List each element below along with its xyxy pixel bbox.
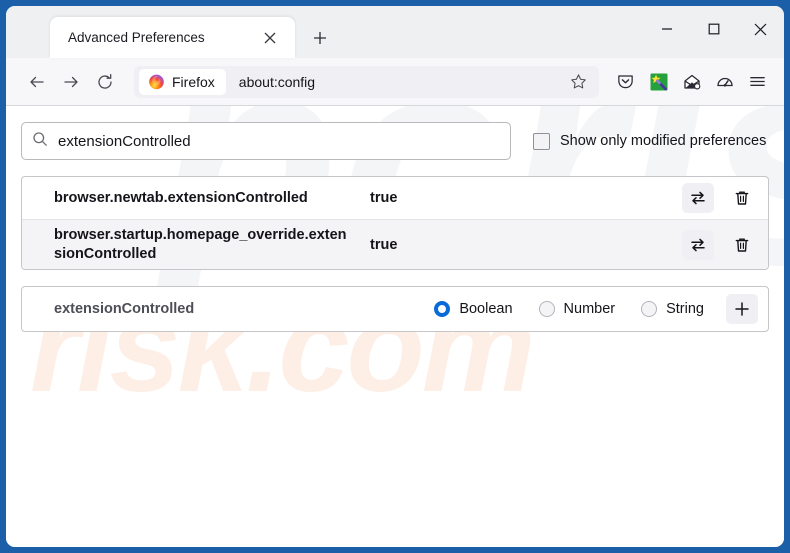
tab-advanced-preferences[interactable]: Advanced Preferences [50, 17, 295, 58]
firefox-brand-chip: Firefox [139, 68, 226, 95]
url-text: about:config [238, 73, 316, 90]
type-option-label: Number [563, 301, 616, 318]
reload-icon[interactable] [88, 66, 122, 98]
type-option-string[interactable]: String [641, 301, 704, 318]
forward-arrow-icon[interactable] [54, 66, 88, 98]
show-modified-toggle[interactable]: Show only modified preferences [533, 132, 767, 150]
preference-name: browser.startup.homepage_override.extens… [54, 227, 347, 262]
table-row[interactable]: browser.startup.homepage_override.extens… [22, 219, 768, 270]
add-preference-button[interactable] [726, 294, 758, 325]
browser-window: Advanced Preferences Firefox about:confi… [6, 6, 784, 547]
search-icon [32, 131, 48, 152]
hamburger-menu-icon[interactable] [741, 66, 774, 98]
tab-strip: Advanced Preferences [6, 6, 784, 58]
add-preference-row: extensionControlled Boolean Number Strin… [21, 286, 769, 333]
minimize-button[interactable] [643, 6, 690, 52]
search-row: Show only modified preferences [21, 122, 769, 160]
pocket-icon[interactable] [609, 66, 642, 98]
about-config-page: pcrisk risk.com Show only modified prefe… [6, 106, 784, 547]
window-controls [643, 6, 784, 52]
row-actions [682, 229, 758, 260]
type-option-boolean[interactable]: Boolean [434, 301, 513, 318]
show-modified-label: Show only modified preferences [560, 133, 767, 149]
trash-icon[interactable] [726, 183, 758, 213]
plus-icon[interactable] [303, 21, 337, 55]
close-window-button[interactable] [737, 6, 784, 52]
firefox-chip-label: Firefox [172, 73, 215, 90]
firefox-logo-icon [149, 74, 164, 90]
new-preference-name: extensionControlled [54, 301, 195, 318]
toggle-arrows-icon[interactable] [682, 183, 714, 213]
mail-icon[interactable] [675, 66, 708, 98]
radio-boolean[interactable] [434, 301, 451, 318]
preference-value: true [370, 190, 398, 206]
type-options: Boolean Number String [434, 301, 704, 318]
maximize-button[interactable] [690, 6, 737, 52]
row-actions [682, 183, 758, 213]
search-box[interactable] [21, 122, 511, 160]
preference-value: true [370, 236, 398, 253]
back-arrow-icon[interactable] [20, 66, 54, 98]
show-modified-checkbox[interactable] [533, 132, 550, 150]
trash-icon[interactable] [726, 230, 758, 260]
toggle-arrows-icon[interactable] [682, 229, 714, 260]
radio-string[interactable] [641, 301, 658, 318]
star-icon[interactable] [563, 68, 593, 96]
plus-icon [735, 302, 749, 316]
speedometer-icon[interactable] [708, 66, 741, 98]
table-row[interactable]: browser.newtab.extensionControlled true [22, 177, 768, 219]
address-bar[interactable]: Firefox about:config [134, 65, 599, 98]
extension-magic-wand-icon[interactable] [642, 66, 675, 98]
radio-number[interactable] [538, 301, 555, 318]
preference-list: browser.newtab.extensionControlled true [21, 176, 769, 271]
search-input[interactable] [58, 132, 500, 150]
type-option-label: String [666, 301, 704, 318]
navigation-toolbar: Firefox about:config [6, 58, 784, 106]
type-option-number[interactable]: Number [538, 301, 616, 318]
type-option-label: Boolean [459, 301, 513, 318]
preference-name: browser.newtab.extensionControlled [54, 189, 308, 206]
tab-title: Advanced Preferences [68, 30, 205, 45]
close-icon[interactable] [259, 27, 281, 49]
